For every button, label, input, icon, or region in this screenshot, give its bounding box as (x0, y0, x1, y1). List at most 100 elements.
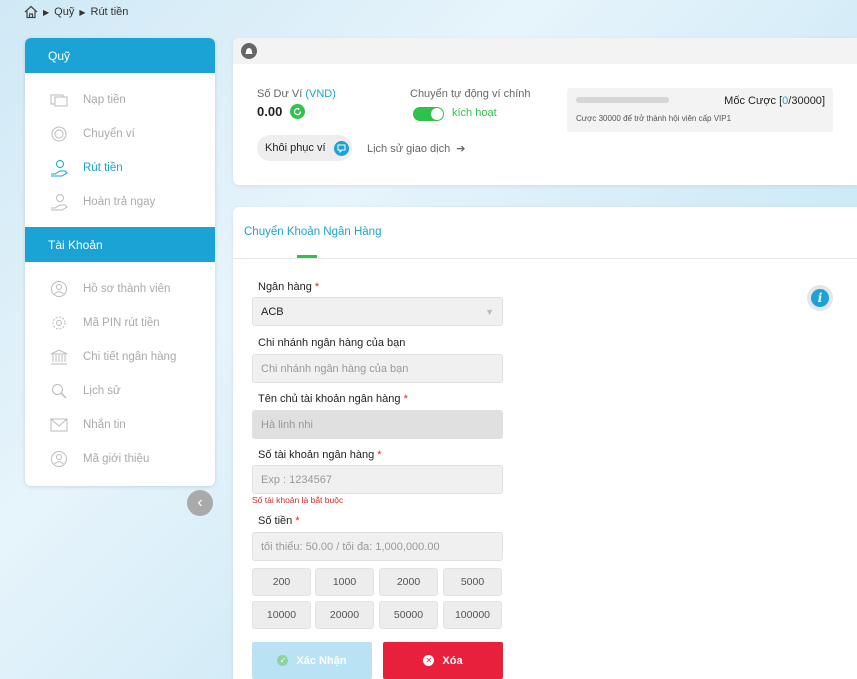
arrow-right-icon: ➔ (456, 143, 466, 155)
required-mark: * (377, 449, 382, 461)
sidebar-item-deposit[interactable]: Nạp tiền (25, 83, 215, 117)
confirm-button-label: Xác Nhận (296, 654, 347, 667)
required-mark: * (314, 281, 320, 293)
account-number-label-text: Số tài khoản ngân hàng (258, 449, 375, 461)
close-icon: ✕ (423, 655, 435, 666)
breadcrumb-item-withdraw: Rút tiền (90, 6, 129, 18)
quick-amount-button[interactable]: 5000 (443, 568, 502, 596)
sidebar-item-transfer[interactable]: Chuyển ví (25, 117, 215, 151)
withdraw-form-card: Chuyển Khoản Ngân Hàng i Ngân hàng * ACB… (233, 207, 857, 679)
required-mark: * (403, 393, 408, 405)
quick-amount-button[interactable]: 100000 (443, 601, 502, 629)
clear-button[interactable]: ✕ Xóa (383, 642, 503, 679)
breadcrumb: ▶ Quỹ ▶ Rút tiền (24, 5, 128, 19)
branch-input[interactable]: Chi nhánh ngân hàng của bạn (252, 354, 503, 383)
sidebar-item-label: Mã giới thiệu (83, 453, 150, 465)
wallet-card: Số Dư Ví (VND) 0.00 Chuyển tự động ví ch… (233, 38, 857, 185)
wallet-balance-label: Số Dư Ví (VND) (257, 88, 336, 100)
breadcrumb-item-fund[interactable]: Quỹ (54, 6, 74, 18)
bank-label: Ngân hàng * (258, 281, 319, 293)
sidebar-item-bank[interactable]: Chi tiết ngân hàng (25, 340, 215, 374)
account-number-error: Số tài khoản là bắt buộc (252, 495, 344, 505)
account-holder-label: Tên chủ tài khoản ngân hàng * (258, 393, 408, 405)
confirm-button[interactable]: ✓ Xác Nhận (252, 642, 372, 679)
clear-button-label: Xóa (442, 654, 463, 667)
bet-progress-bar (576, 97, 669, 103)
amount-input-placeholder: tối thiểu: 50.00 / tối đa: 1,000,000.00 (261, 540, 440, 553)
tab-divider (233, 258, 857, 259)
restore-icon (333, 140, 349, 156)
referral-icon (49, 449, 69, 469)
wallet-label-text: Số Dư Ví (257, 88, 303, 100)
tab-bank-transfer[interactable]: Chuyển Khoản Ngân Hàng (244, 226, 381, 238)
sidebar-section-fund-title: Quỹ (25, 38, 215, 73)
sidebar-item-label: Chuyển ví (83, 128, 135, 140)
branch-input-placeholder: Chi nhánh ngân hàng của bạn (261, 362, 409, 375)
bank-select[interactable]: ACB ▼ (252, 297, 503, 326)
account-holder-input[interactable]: Hà linh nhi (252, 410, 503, 439)
quick-amount-button[interactable]: 200 (252, 568, 311, 596)
transfer-icon (49, 124, 69, 144)
quick-amount-button[interactable]: 1000 (315, 568, 374, 596)
bell-icon[interactable] (241, 43, 257, 59)
account-number-label: Số tài khoản ngân hàng * (258, 449, 382, 461)
sidebar-item-referral[interactable]: Mã giới thiệu (25, 442, 215, 476)
auto-transfer-label: Chuyển tự động ví chính (410, 88, 531, 100)
sidebar-item-label: Lịch sử (83, 385, 121, 397)
refresh-icon[interactable] (290, 104, 306, 119)
transaction-history-link[interactable]: Lịch sử giao dịch ➔ (367, 142, 466, 156)
wallet-unit: (VND) (305, 88, 336, 100)
wallet-balance-value: 0.00 (257, 104, 283, 119)
info-icon: i (811, 289, 829, 307)
sidebar-item-rebate[interactable]: Hoàn trả ngay (25, 185, 215, 219)
sidebar-section-account-title: Tài Khoản (25, 227, 215, 262)
restore-wallet-button[interactable]: Khôi phục ví (257, 135, 352, 161)
sidebar-item-label: Chi tiết ngân hàng (83, 351, 177, 363)
amount-input[interactable]: tối thiểu: 50.00 / tối đa: 1,000,000.00 (252, 532, 503, 561)
amount-label-text: Số tiền (258, 515, 293, 527)
history-icon (49, 381, 69, 401)
account-holder-label-text: Tên chủ tài khoản ngân hàng (258, 393, 401, 405)
sidebar-item-label: Mã PIN rút tiền (83, 317, 160, 329)
bank-select-value: ACB (261, 305, 284, 318)
bet-target: /30000 (788, 95, 822, 107)
pin-icon (49, 313, 69, 333)
quick-amount-button[interactable]: 20000 (315, 601, 374, 629)
bet-milestone-box: Mốc Cược [0/30000] Cược 30000 để trở thà… (567, 88, 833, 132)
account-number-placeholder: Exp : 1234567 (261, 473, 332, 486)
sidebar-item-message[interactable]: Nhắn tin (25, 408, 215, 442)
home-icon[interactable] (24, 5, 38, 19)
profile-icon (49, 279, 69, 299)
quick-amount-button[interactable]: 50000 (379, 601, 438, 629)
restore-wallet-label: Khôi phục ví (265, 142, 326, 154)
toggle-status-label: kích hoạt (452, 107, 497, 119)
account-holder-value: Hà linh nhi (261, 418, 313, 431)
sidebar-item-history[interactable]: Lịch sử (25, 374, 215, 408)
sidebar-item-profile[interactable]: Hồ sơ thành viên (25, 272, 215, 306)
toggle-knob (431, 108, 443, 120)
chevron-down-icon: ▼ (485, 307, 494, 317)
bet-title-prefix: Mốc Cược [ (724, 95, 783, 107)
deposit-icon (49, 90, 69, 110)
bet-milestone-title: Mốc Cược [0/30000] (724, 95, 825, 107)
auto-transfer-toggle[interactable] (413, 107, 444, 121)
message-icon (49, 415, 69, 435)
amount-label: Số tiền * (258, 515, 300, 527)
bank-label-text: Ngân hàng (258, 281, 312, 293)
quick-amount-button[interactable]: 2000 (379, 568, 438, 596)
chevron-left-icon: ‹ (197, 494, 203, 511)
sidebar-item-withdraw[interactable]: Rút tiền (25, 151, 215, 185)
branch-label: Chi nhánh ngân hàng của bạn (258, 337, 406, 349)
sidebar-item-label: Hoàn trả ngay (83, 196, 156, 208)
quick-amount-button[interactable]: 10000 (252, 601, 311, 629)
breadcrumb-separator-icon: ▶ (43, 7, 50, 17)
sidebar-collapse-button[interactable]: ‹ (187, 490, 213, 516)
bet-title-suffix: ] (821, 95, 825, 107)
account-number-input[interactable]: Exp : 1234567 (252, 465, 503, 494)
sidebar-item-pin[interactable]: Mã PIN rút tiền (25, 306, 215, 340)
breadcrumb-separator-icon: ▶ (79, 7, 86, 17)
sidebar-item-label: Rút tiền (83, 162, 123, 174)
transaction-history-label: Lịch sử giao dịch (367, 142, 451, 155)
sidebar-item-label: Hồ sơ thành viên (83, 283, 171, 295)
info-button[interactable]: i (807, 285, 833, 311)
